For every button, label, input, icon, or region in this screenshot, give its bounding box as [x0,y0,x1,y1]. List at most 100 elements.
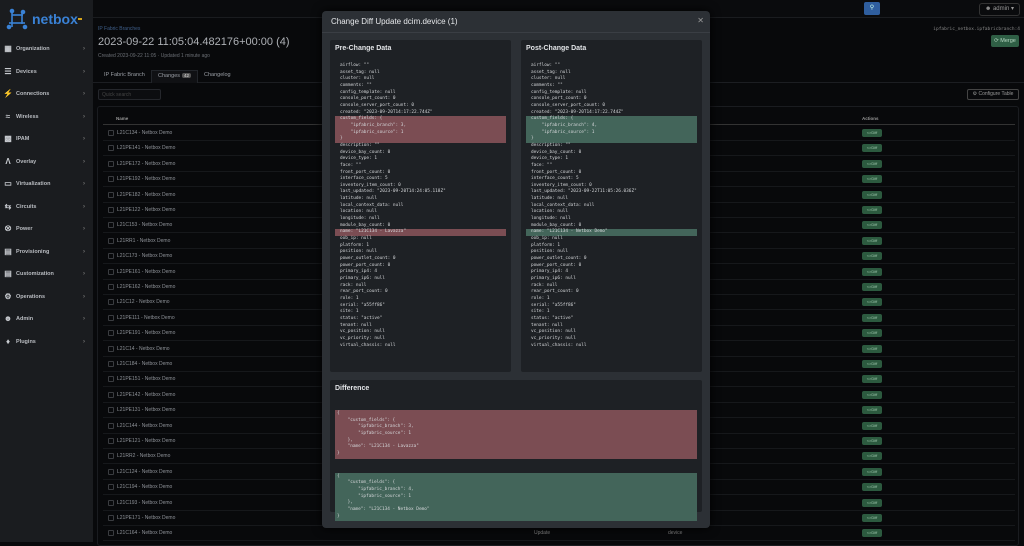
row-checkbox[interactable] [108,191,114,198]
tab-changelog[interactable]: Changelog [204,72,231,78]
diff-button[interactable]: <>Diff [862,360,882,368]
row-name[interactable]: L21PE121 - Netbox Demo [117,438,175,444]
diff-button[interactable]: <>Diff [862,467,882,476]
row-name[interactable]: L21C184 - Netbox Demo [117,361,172,367]
row-checkbox[interactable] [108,391,114,398]
row-checkbox[interactable] [108,484,114,491]
row-name[interactable]: L21PE161 - Netbox Demo [117,269,175,275]
diff-button[interactable]: <>Diff [862,159,882,168]
row-name[interactable]: L21RR2 - Netbox Demo [117,453,170,459]
diff-button[interactable]: <>Diff [862,390,882,399]
merge-button[interactable]: ⟳ Merge [991,35,1019,47]
sidebar-item-overlay[interactable]: Λ Overlay › [0,154,93,170]
diff-button[interactable]: <>Diff [862,267,882,276]
row-name[interactable]: L21PE151 - Netbox Demo [117,376,175,382]
diff-button[interactable]: <>Diff [862,190,882,199]
row-name[interactable]: L21PE191 - Netbox Demo [117,330,175,336]
sidebar-item-organization[interactable]: ▦ Organization › [0,41,93,57]
sidebar-item-plugins[interactable]: ♦ Plugins › [0,334,93,350]
user-menu[interactable]: ☻ admin ▾ [979,3,1020,16]
row-name[interactable]: L21C153 - Netbox Demo [117,222,172,228]
row-name[interactable]: L21C124 - Netbox Demo [117,469,172,475]
row-checkbox[interactable] [108,530,114,537]
tab-changes[interactable]: Changes 42 [151,70,199,83]
row-checkbox[interactable] [108,407,114,414]
sidebar-item-operations[interactable]: ⚙ Operations › [0,289,93,305]
diff-button[interactable]: <>Diff [862,175,882,184]
row-name[interactable]: L21PE192 - Netbox Demo [117,176,175,182]
row-name[interactable]: L21C134 - Netbox Demo [117,130,172,136]
row-checkbox[interactable] [108,314,114,321]
diff-button[interactable]: <>Diff [862,452,882,461]
configure-table-button[interactable]: ⚙ Configure Table [967,89,1019,100]
sidebar-item-circuits[interactable]: ⇆ Circuits › [0,199,93,215]
row-name[interactable]: L21PE172 - Netbox Demo [117,161,175,167]
diff-button[interactable]: <>Diff [862,406,882,415]
row-checkbox[interactable] [108,284,114,290]
row-checkbox[interactable] [108,145,114,152]
row-name[interactable]: L21PE141 - Netbox Demo [117,145,175,151]
sidebar-item-customization[interactable]: ▤ Customization › [0,266,93,282]
diff-button[interactable]: <>Diff [862,129,882,137]
row-name[interactable]: L21PE162 - Netbox Demo [117,284,175,290]
sidebar-item-admin[interactable]: ☻ Admin › [0,311,93,327]
diff-button[interactable]: <>Diff [862,144,882,153]
row-checkbox[interactable] [108,176,114,183]
row-checkbox[interactable] [108,299,114,306]
diff-button[interactable]: <>Diff [862,329,882,338]
diff-button[interactable]: <>Diff [862,421,882,430]
row-name[interactable]: L21PE171 - Netbox Demo [117,515,175,521]
row-name[interactable]: L21C144 - Netbox Demo [117,423,172,429]
row-checkbox[interactable] [108,130,114,136]
row-checkbox[interactable] [108,361,114,367]
diff-button[interactable]: <>Diff [862,498,882,507]
row-name[interactable]: L21C12 - Netbox Demo [117,299,170,305]
row-checkbox[interactable] [108,499,114,506]
sidebar-item-ipam[interactable]: ▩ IPAM › [0,131,93,147]
row-checkbox[interactable] [108,207,114,213]
netbox-logo[interactable]: netbox [6,8,78,30]
diff-button[interactable]: <>Diff [862,252,882,261]
row-checkbox[interactable] [108,253,114,260]
breadcrumb[interactable]: IP Fabric Branches [98,26,140,32]
sidebar-item-devices[interactable]: ☰ Devices › [0,64,93,80]
diff-button[interactable]: <>Diff [862,344,882,353]
diff-button[interactable]: <>Diff [862,529,882,538]
search-button[interactable]: ⚲ [864,2,880,15]
diff-button[interactable]: <>Diff [862,313,882,322]
row-name[interactable]: L21RR1 - Netbox Demo [117,238,170,244]
row-checkbox[interactable] [108,160,114,167]
row-checkbox[interactable] [108,453,114,460]
row-checkbox[interactable] [108,438,114,444]
close-icon[interactable]: ✕ [697,16,704,25]
diff-button[interactable]: <>Diff [862,483,882,492]
diff-button[interactable]: <>Diff [862,221,882,230]
row-name[interactable]: L21C173 - Netbox Demo [117,253,172,259]
diff-button[interactable]: <>Diff [862,283,882,291]
row-name[interactable]: L21PE131 - Netbox Demo [117,407,175,413]
row-checkbox[interactable] [108,422,114,429]
sidebar-item-power[interactable]: ⭙ Power › [0,221,93,237]
row-checkbox[interactable] [108,237,114,244]
diff-button[interactable]: <>Diff [862,298,882,307]
row-name[interactable]: L21C193 - Netbox Demo [117,500,172,506]
row-name[interactable]: L21C164 - Netbox Demo [117,530,172,536]
tab-ip-fabric-branch[interactable]: IP Fabric Branch [104,72,145,78]
diff-button[interactable]: <>Diff [862,514,882,522]
row-checkbox[interactable] [108,345,114,352]
row-checkbox[interactable] [108,376,114,383]
row-checkbox[interactable] [108,468,114,475]
quick-search-input[interactable]: Quick search [98,89,161,100]
row-checkbox[interactable] [108,222,114,229]
row-name[interactable]: L21C14 - Netbox Demo [117,346,170,352]
row-name[interactable]: L21PE142 - Netbox Demo [117,392,175,398]
row-checkbox[interactable] [108,515,114,521]
row-checkbox[interactable] [108,268,114,275]
diff-button[interactable]: <>Diff [862,437,882,445]
row-name[interactable]: L21PE111 - Netbox Demo [117,315,175,321]
row-name[interactable]: L21PE122 - Netbox Demo [117,207,175,213]
diff-button[interactable]: <>Diff [862,375,882,384]
sidebar-item-virtualization[interactable]: ▭ Virtualization › [0,176,93,192]
sidebar-item-wireless[interactable]: ≈ Wireless › [0,109,93,125]
row-name[interactable]: L21C194 - Netbox Demo [117,484,172,490]
